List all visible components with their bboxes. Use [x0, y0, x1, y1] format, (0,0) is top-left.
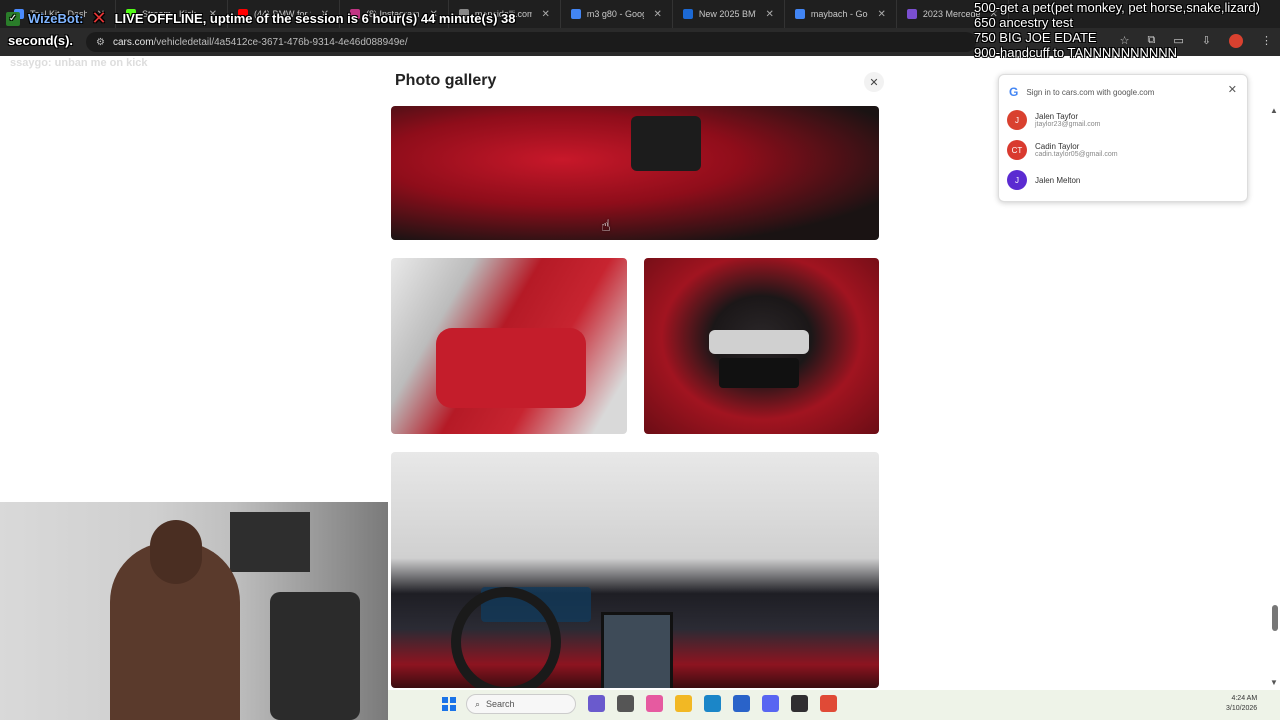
- account-avatar: J: [1007, 110, 1027, 130]
- google-signin-popup: G Sign in to cars.com with google.com ✕ …: [998, 74, 1248, 202]
- account-email: jtaylor23@gmail.com: [1035, 121, 1101, 128]
- taskbar-search[interactable]: ⌕ Search: [466, 694, 576, 714]
- goal-line: 500-get a pet(pet monkey, pet horse,snak…: [974, 0, 1260, 15]
- scroll-down-arrow[interactable]: ▼: [1270, 678, 1278, 687]
- tab-label: New 2025 BMW M: [698, 9, 756, 19]
- goal-line: 650 ancestry test: [974, 15, 1073, 30]
- account-avatar: J: [1007, 170, 1027, 190]
- taskbar-search-label: Search: [486, 699, 515, 709]
- goal-line: 750 BIG JOE EDATE: [974, 30, 1097, 45]
- tab-favicon-icon: [794, 9, 805, 19]
- tab-label: 2023 Mercedes: [922, 9, 980, 19]
- tab-close-icon[interactable]: ✕: [654, 9, 662, 20]
- site-info-icon[interactable]: ⚙: [96, 37, 105, 48]
- url-path: /vehicledetail/4a5412ce-3671-476b-9314-4…: [153, 36, 408, 48]
- check-icon: ✓: [6, 11, 20, 26]
- clock-time: 4:24 AM: [1231, 695, 1258, 702]
- tab-close-icon[interactable]: ✕: [542, 9, 550, 20]
- mouse-cursor: ☝: [601, 218, 611, 235]
- tab-label: maybach - Google: [810, 9, 868, 19]
- google-logo-icon: G: [1009, 85, 1019, 99]
- scroll-up-arrow[interactable]: ▲: [1270, 106, 1278, 115]
- gallery-photo-rear-console[interactable]: [391, 106, 879, 240]
- cross-icon: ✕: [91, 8, 107, 28]
- account-name: Jalen Melton: [1035, 175, 1081, 185]
- bot-message: LIVE OFFLINE, uptime of the session is 6…: [114, 11, 516, 26]
- bot-message-continued: second(s).: [8, 33, 74, 48]
- account-name: Cadin Taylor: [1035, 142, 1080, 151]
- account-avatar: CT: [1007, 140, 1027, 160]
- gallery-title: Photo gallery: [395, 72, 497, 89]
- clock-date: 3/10/2026: [1226, 705, 1258, 712]
- search-icon: ⌕: [475, 698, 481, 709]
- tab-label: m3 g80 - Google: [586, 9, 644, 19]
- store-icon[interactable]: [733, 695, 750, 712]
- discord-icon[interactable]: [762, 695, 779, 712]
- account-name: Jalen Tayfor: [1035, 112, 1078, 121]
- google-popup-heading: Sign in to cars.com with google.com: [1026, 87, 1155, 97]
- google-popup-close-button[interactable]: ✕: [1228, 83, 1237, 96]
- tab-close-icon[interactable]: ✕: [878, 9, 886, 20]
- gallery-photo-rear-vents[interactable]: [644, 258, 879, 434]
- tab-favicon-icon: [682, 9, 693, 19]
- url-host: cars.com: [112, 36, 154, 48]
- bot-name: WizeBot:: [28, 11, 84, 26]
- goal-line: 900-handcuff to TANNNNNNNNNN: [974, 45, 1178, 60]
- taskbar-apps: [588, 695, 837, 712]
- widgets-icon[interactable]: [646, 695, 663, 712]
- edge-icon[interactable]: [704, 695, 721, 712]
- webcam-feed: [0, 502, 388, 720]
- tab-close-icon[interactable]: ✕: [766, 9, 774, 20]
- browser-tab[interactable]: maybach - Google ✕: [785, 0, 897, 28]
- tab-favicon-icon: [906, 9, 917, 19]
- account-option[interactable]: J Jalen Melton: [999, 165, 1247, 195]
- chrome-icon[interactable]: [820, 695, 837, 712]
- donation-goals: 500-get a pet(pet monkey, pet horse,snak…: [974, 0, 1274, 60]
- gallery-close-button[interactable]: ✕: [864, 72, 884, 92]
- browser-tab[interactable]: New 2025 BMW M ✕: [673, 0, 785, 28]
- gallery-photo-rear-seat[interactable]: [391, 258, 627, 434]
- chat-ghost-message: ssaygo: unban me on kick: [10, 57, 148, 69]
- tab-favicon-icon: [570, 9, 581, 19]
- account-option[interactable]: J Jalen Tayfor jtaylor23@gmail.com: [999, 105, 1247, 135]
- browser-tab[interactable]: m3 g80 - Google ✕: [561, 0, 673, 28]
- windows-start-icon[interactable]: [442, 697, 456, 711]
- taskbar-clock[interactable]: 4:24 AM 3/10/2026: [1226, 694, 1257, 714]
- account-list: J Jalen Tayfor jtaylor23@gmail.com CT Cadin …: [999, 105, 1247, 195]
- account-email: cadin.taylor05@gmail.com: [1035, 151, 1118, 158]
- account-option[interactable]: CT Cadin Taylor cadin.taylor05@gmail.com: [999, 135, 1247, 165]
- url-field[interactable]: ⚙ cars.com/vehicledetail/4a5412ce-3671-4…: [86, 32, 976, 52]
- copilot-icon[interactable]: [588, 695, 605, 712]
- gallery-photo-dashboard[interactable]: [391, 452, 879, 688]
- bot-message-line: ✓ WizeBot: ✕ LIVE OFFLINE, uptime of the…: [6, 8, 516, 29]
- obs-icon[interactable]: [791, 695, 808, 712]
- task-view-icon[interactable]: [617, 695, 634, 712]
- file-explorer-icon[interactable]: [675, 695, 692, 712]
- page-scrollbar-thumb[interactable]: [1272, 605, 1278, 631]
